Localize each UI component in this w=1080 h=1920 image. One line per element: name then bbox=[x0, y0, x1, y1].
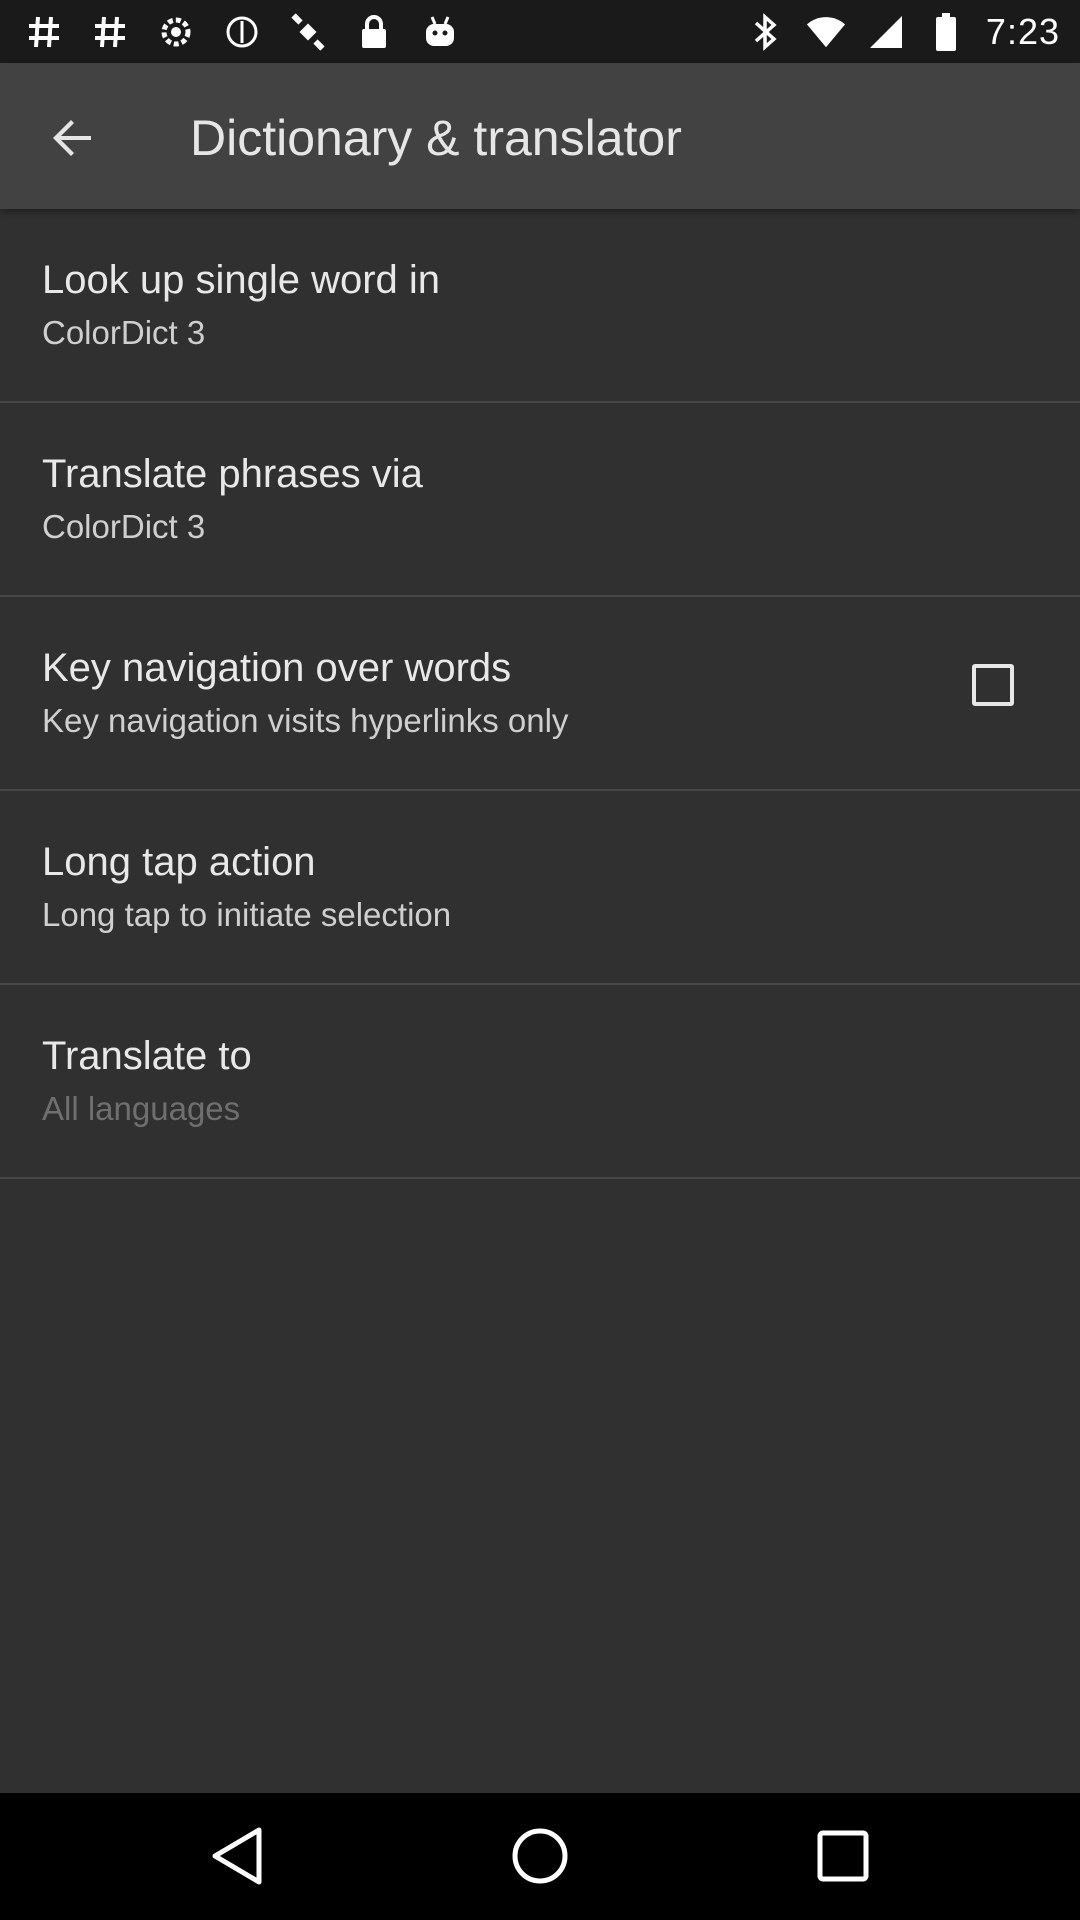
nav-back-button[interactable] bbox=[202, 1821, 272, 1891]
notification-icons bbox=[24, 10, 460, 54]
signal-icon bbox=[866, 12, 906, 52]
hash-icon bbox=[90, 12, 130, 52]
hash-icon bbox=[24, 12, 64, 52]
pref-long-tap-action[interactable]: Long tap action Long tap to initiate sel… bbox=[0, 791, 1080, 985]
pref-title: Translate phrases via bbox=[42, 452, 423, 496]
android-icon bbox=[420, 12, 460, 52]
key-navigation-checkbox[interactable] bbox=[972, 664, 1014, 706]
arrow-back-icon bbox=[53, 120, 91, 156]
pref-translate-to[interactable]: Translate to All languages bbox=[0, 985, 1080, 1179]
settings-icon bbox=[156, 12, 196, 52]
help-icon bbox=[222, 12, 262, 52]
bluetooth-icon bbox=[746, 12, 786, 52]
recents-square-icon bbox=[817, 1830, 869, 1882]
nav-recents-button[interactable] bbox=[808, 1821, 878, 1891]
app-bar: Dictionary & translator bbox=[0, 63, 1080, 209]
pref-title: Look up single word in bbox=[42, 258, 441, 302]
pref-title: Translate to bbox=[42, 1034, 252, 1078]
home-circle-icon bbox=[512, 1828, 568, 1884]
back-triangle-icon bbox=[212, 1827, 262, 1885]
navigation-bar bbox=[0, 1793, 1080, 1920]
pref-summary: ColorDict 3 bbox=[42, 508, 206, 545]
clock: 7:23 bbox=[985, 11, 1060, 52]
pref-summary: Long tap to initiate selection bbox=[42, 896, 452, 933]
page-title: Dictionary & translator bbox=[190, 110, 682, 166]
pref-title: Long tap action bbox=[42, 840, 316, 884]
battery-icon bbox=[926, 12, 966, 52]
pref-title: Key navigation over words bbox=[42, 646, 512, 690]
back-button[interactable] bbox=[33, 98, 113, 178]
pref-summary: ColorDict 3 bbox=[42, 314, 206, 351]
pref-summary: Key navigation visits hyperlinks only bbox=[42, 702, 569, 739]
system-icons: 7:23 bbox=[746, 10, 1060, 54]
satellite-icon bbox=[288, 12, 328, 52]
pref-look-up-single-word[interactable]: Look up single word in ColorDict 3 bbox=[0, 209, 1080, 403]
pref-summary: All languages bbox=[42, 1090, 241, 1127]
preferences-list: Look up single word in ColorDict 3 Trans… bbox=[0, 209, 1080, 1179]
pref-translate-phrases[interactable]: Translate phrases via ColorDict 3 bbox=[0, 403, 1080, 597]
pref-key-navigation[interactable]: Key navigation over words Key navigation… bbox=[0, 597, 1080, 791]
wifi-icon bbox=[806, 12, 846, 52]
lock-icon bbox=[354, 12, 394, 52]
nav-home-button[interactable] bbox=[505, 1821, 575, 1891]
status-bar: 7:23 bbox=[0, 0, 1080, 63]
